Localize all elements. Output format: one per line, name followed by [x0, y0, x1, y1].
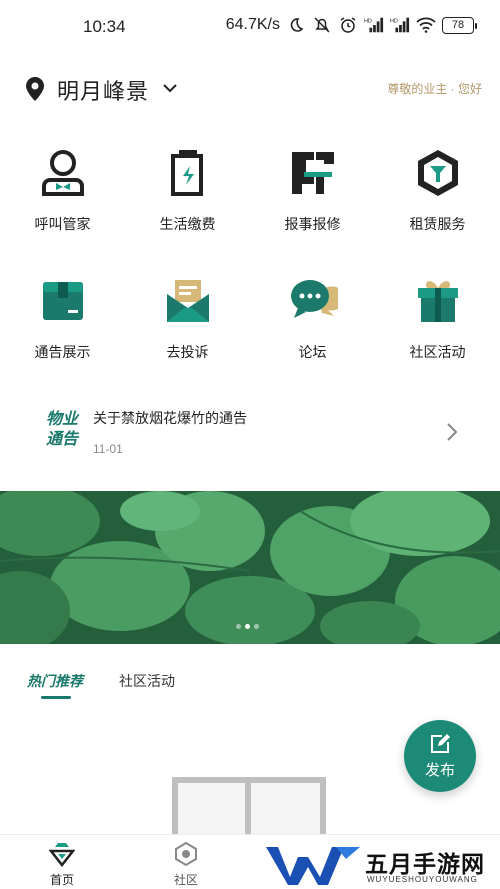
tab-hot-recommend[interactable]: 热门推荐 [27, 671, 83, 691]
service-grid: 呼叫管家 生活缴费 报事报修 租赁服务 通告展示 去投诉 论坛 社区活动 [0, 140, 500, 396]
mute-icon [312, 16, 332, 34]
service-lease[interactable]: 租赁服务 [375, 140, 500, 268]
service-label: 通告展示 [34, 344, 91, 360]
service-report-repair[interactable]: 报事报修 [250, 140, 375, 268]
carousel-dot[interactable] [236, 624, 241, 629]
tab-active-indicator [41, 696, 71, 699]
greeting-text: 尊敬的业主 · 您好 [387, 82, 482, 96]
battery-bolt-icon [170, 150, 203, 196]
property-notice[interactable]: 物业 通告 关于禁放烟花爆竹的通告 11-01 [0, 392, 500, 472]
leaves-image [0, 491, 500, 644]
service-life-payment[interactable]: 生活缴费 [125, 140, 250, 268]
nav-home-label: 首页 [49, 873, 74, 887]
status-bar: 10:34 64.7K/s HD HD 78 [0, 0, 500, 56]
gift-icon [417, 281, 458, 322]
carousel-dots [236, 624, 259, 629]
edit-icon [431, 733, 450, 753]
service-label: 呼叫管家 [34, 216, 91, 232]
community-selector[interactable]: 明月峰景 [57, 74, 149, 106]
chevron-down-icon[interactable] [160, 78, 180, 98]
tab-community-activity[interactable]: 社区活动 [119, 671, 175, 691]
status-time: 10:34 [83, 17, 126, 36]
carousel-dot[interactable] [254, 624, 259, 629]
service-label: 论坛 [298, 344, 327, 360]
watermark-title: 五月手游网 [365, 851, 485, 877]
wifi-icon [416, 16, 436, 34]
nav-home[interactable]: 首页 [32, 841, 92, 888]
signal-hd-icon: HD [390, 16, 410, 34]
service-label: 社区活动 [409, 344, 466, 360]
alarm-icon [338, 16, 358, 34]
watermark-logo [266, 847, 360, 885]
battery-icon: 78 [442, 16, 477, 34]
moon-icon [286, 16, 306, 34]
community-hexagon-icon [175, 841, 197, 867]
svg-text:HD: HD [364, 18, 372, 24]
service-label: 去投诉 [166, 344, 209, 360]
notice-title: 关于禁放烟花爆竹的通告 [93, 410, 247, 426]
notice-box-icon [42, 282, 83, 320]
status-icons: 64.7K/s HD HD 78 [225, 16, 477, 34]
publish-label: 发布 [424, 761, 455, 779]
service-call-butler[interactable]: 呼叫管家 [0, 140, 125, 268]
watermark-subtitle: WUYUESHOUYOUWANG [367, 875, 478, 884]
forum-chat-icon [290, 280, 338, 318]
network-speed: 64.7K/s [225, 16, 280, 33]
location-pin-icon [26, 77, 44, 101]
home-icon [49, 843, 75, 867]
service-complaint[interactable]: 去投诉 [125, 268, 250, 396]
nav-community[interactable]: 社区 [156, 841, 216, 888]
complaint-mail-icon [166, 280, 209, 322]
lease-icon [417, 150, 458, 196]
butler-icon [41, 150, 84, 196]
notice-date: 11-01 [93, 442, 123, 456]
service-notice-display[interactable]: 通告展示 [0, 268, 125, 396]
header: 明月峰景 尊敬的业主 · 您好 [0, 64, 500, 112]
service-forum[interactable]: 论坛 [250, 268, 375, 396]
chevron-right-icon[interactable] [444, 420, 460, 444]
svg-text:HD: HD [390, 18, 398, 24]
property-notice-logo: 物业 通告 [45, 411, 78, 448]
service-community-activity[interactable]: 社区活动 [375, 268, 500, 396]
carousel-dot-active[interactable] [245, 624, 250, 629]
banner-carousel[interactable] [0, 491, 500, 644]
nav-community-label: 社区 [173, 873, 198, 887]
post-image-preview[interactable] [172, 777, 326, 841]
repair-icon [291, 152, 334, 194]
content-tabs: 热门推荐 社区活动 [0, 664, 500, 704]
watermark: 五月手游网 WUYUESHOUYOUWANG [266, 843, 500, 889]
service-label: 生活缴费 [159, 216, 216, 232]
signal-hd-icon: HD [364, 16, 384, 34]
service-label: 租赁服务 [409, 216, 466, 232]
publish-button[interactable]: 发布 [404, 720, 476, 792]
service-label: 报事报修 [284, 216, 341, 232]
